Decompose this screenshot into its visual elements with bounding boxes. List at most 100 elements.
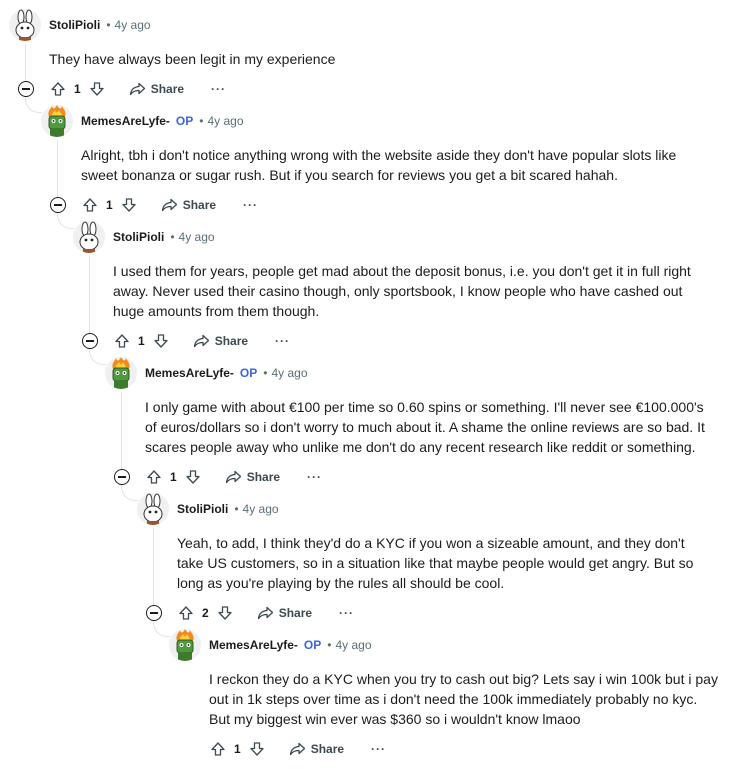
comment-action-bar: 1 Share ···: [80, 193, 258, 217]
more-options-button[interactable]: ···: [371, 742, 386, 756]
comment-action-bar: 1 Share ···: [48, 77, 226, 101]
comment-text-line: long as you're playing by the rules all …: [177, 575, 505, 591]
thread-curve: [57, 212, 74, 229]
bunny-avatar-icon[interactable]: [9, 9, 41, 41]
op-badge: OP: [175, 114, 194, 128]
comment-body: I reckon they do a KYC when you try to c…: [209, 669, 718, 729]
comment-body: Yeah, to add, I think they'd do a KYC if…: [177, 533, 693, 593]
share-button[interactable]: Share: [129, 82, 184, 96]
comment-author[interactable]: StoliPioli: [49, 18, 100, 32]
comment-body: They have always been legit in my experi…: [49, 49, 335, 69]
separator-dot: •: [199, 114, 204, 128]
comment-text-line: I reckon they do a KYC when you try to c…: [209, 671, 718, 687]
share-arrow-icon: [193, 334, 209, 348]
comment-action-bar: 2 Share ···: [176, 601, 354, 625]
comment-header: StoliPioli • 4y ago: [137, 493, 279, 525]
thread-curve: [89, 348, 106, 365]
comment-header: MemesAreLyfe- OP • 4y ago: [41, 105, 244, 137]
comment-body: I used them for years, people get mad ab…: [113, 261, 691, 321]
upvote-arrow-icon[interactable]: [208, 739, 228, 759]
flaming-robot-avatar-icon[interactable]: [41, 105, 73, 137]
comment-author[interactable]: MemesAreLyfe-: [145, 366, 234, 380]
comment-timestamp[interactable]: 4y ago: [271, 366, 307, 380]
separator-dot: •: [106, 18, 111, 32]
comment-text-line: of euros/dollars so i don't worry to muc…: [145, 419, 705, 435]
thread-curve: [25, 96, 42, 113]
share-label: Share: [278, 606, 313, 620]
bunny-avatar-icon[interactable]: [73, 221, 105, 253]
comment-text-line: away. Never used their casino though, on…: [113, 283, 683, 299]
comment-text-line: huge amounts from them though.: [113, 303, 320, 319]
op-badge: OP: [303, 638, 322, 652]
more-options-button[interactable]: ···: [275, 334, 290, 348]
more-options-button[interactable]: ···: [307, 470, 322, 484]
comment-timestamp[interactable]: 4y ago: [335, 638, 371, 652]
comment-header: MemesAreLyfe- OP • 4y ago: [169, 629, 372, 661]
comment-text-line: But my biggest win ever was $360 so i wo…: [209, 711, 581, 727]
bunny-avatar-icon[interactable]: [137, 493, 169, 525]
comment-text-line: I only game with about €100 per time so …: [145, 399, 704, 415]
share-button[interactable]: Share: [161, 198, 216, 212]
comment-timestamp[interactable]: 4y ago: [179, 230, 215, 244]
share-label: Share: [310, 742, 345, 756]
share-button[interactable]: Share: [257, 606, 312, 620]
comment-timestamp[interactable]: 4y ago: [207, 114, 243, 128]
vote-score: 1: [74, 82, 81, 96]
comment-author[interactable]: StoliPioli: [177, 502, 228, 516]
comment-text-line: sweet bonanza or sugar rush. But if you …: [81, 167, 618, 183]
upvote-arrow-icon[interactable]: [80, 195, 100, 215]
collapse-thread-button[interactable]: [50, 197, 66, 213]
op-badge: OP: [239, 366, 258, 380]
comment-timestamp[interactable]: 4y ago: [115, 18, 151, 32]
collapse-thread-button[interactable]: [146, 605, 162, 621]
more-options-button[interactable]: ···: [243, 198, 258, 212]
separator-dot: •: [234, 502, 239, 516]
comment-header: StoliPioli • 4y ago: [9, 9, 151, 41]
share-button[interactable]: Share: [225, 470, 280, 484]
downvote-arrow-icon[interactable]: [247, 739, 267, 759]
share-label: Share: [182, 198, 217, 212]
share-button[interactable]: Share: [289, 742, 344, 756]
upvote-arrow-icon[interactable]: [144, 467, 164, 487]
share-arrow-icon: [129, 82, 145, 96]
downvote-arrow-icon[interactable]: [183, 467, 203, 487]
thread-line: [25, 44, 26, 82]
upvote-arrow-icon[interactable]: [112, 331, 132, 351]
separator-dot: •: [263, 366, 268, 380]
comment-author[interactable]: MemesAreLyfe-: [209, 638, 298, 652]
share-arrow-icon: [289, 742, 305, 756]
comment-body: I only game with about €100 per time so …: [145, 397, 705, 457]
more-options-button[interactable]: ···: [211, 82, 226, 96]
upvote-arrow-icon[interactable]: [48, 79, 68, 99]
flaming-robot-avatar-icon[interactable]: [105, 357, 137, 389]
comment-author[interactable]: StoliPioli: [113, 230, 164, 244]
downvote-arrow-icon[interactable]: [151, 331, 171, 351]
thread-line: [153, 528, 154, 606]
comment-action-bar: 1 Share ···: [208, 737, 386, 761]
comment-header: StoliPioli • 4y ago: [73, 221, 215, 253]
collapse-thread-button[interactable]: [18, 81, 34, 97]
vote-score: 2: [202, 606, 209, 620]
comment-text-line: out in 1k steps over time as i don't nee…: [209, 691, 698, 707]
collapse-thread-button[interactable]: [114, 469, 130, 485]
comment-text-line: Yeah, to add, I think they'd do a KYC if…: [177, 535, 685, 551]
downvote-arrow-icon[interactable]: [215, 603, 235, 623]
flaming-robot-avatar-icon[interactable]: [169, 629, 201, 661]
downvote-arrow-icon[interactable]: [87, 79, 107, 99]
share-button[interactable]: Share: [193, 334, 248, 348]
thread-line: [89, 256, 90, 334]
comment-header: MemesAreLyfe- OP • 4y ago: [105, 357, 308, 389]
vote-score: 1: [106, 198, 113, 212]
comment-author[interactable]: MemesAreLyfe-: [81, 114, 170, 128]
downvote-arrow-icon[interactable]: [119, 195, 139, 215]
upvote-arrow-icon[interactable]: [176, 603, 196, 623]
collapse-thread-button[interactable]: [82, 333, 98, 349]
share-arrow-icon: [257, 606, 273, 620]
more-options-button[interactable]: ···: [339, 606, 354, 620]
share-label: Share: [150, 82, 185, 96]
thread-curve: [153, 620, 170, 637]
comment-timestamp[interactable]: 4y ago: [243, 502, 279, 516]
comment-action-bar: 1 Share ···: [112, 329, 290, 353]
vote-score: 1: [138, 334, 145, 348]
thread-curve: [121, 484, 138, 501]
